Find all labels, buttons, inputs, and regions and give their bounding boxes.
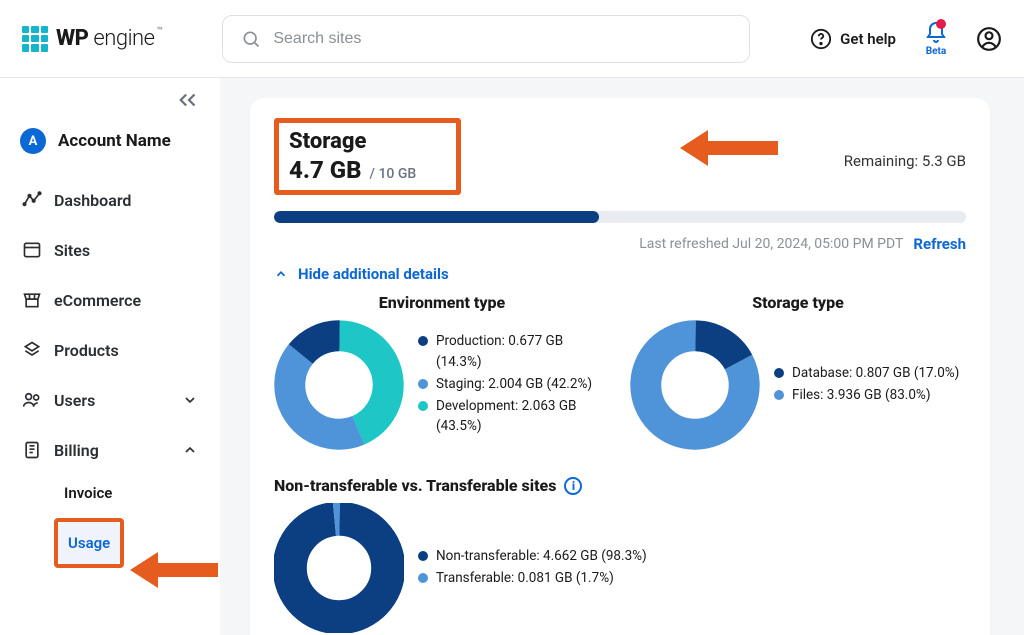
storage-progress [274,211,966,223]
account-name: Account Name [58,131,171,151]
content-area: Storage 4.7 GB / 10 GB Remaining: 5.3 GB… [220,78,1024,635]
chevron-down-icon [182,392,198,408]
transfer-section-title: Non-transferable vs. Transferable sites … [274,476,966,495]
donut-chart-icon [630,320,760,450]
sidebar-subitem-label: Invoice [64,484,112,502]
dashboard-icon [22,190,42,210]
logo-text: WP engine™ [56,26,162,51]
env-type-chart: Environment type Production: 0.677 GB (1… [274,293,610,450]
sidebar-item-dashboard[interactable]: Dashboard [10,176,210,224]
storage-limit: / 10 GB [370,166,417,182]
storage-highlight: Storage 4.7 GB / 10 GB [274,118,461,195]
sidebar-item-ecommerce[interactable]: eCommerce [10,276,210,324]
sidebar-item-users[interactable]: Users [10,376,210,424]
sidebar-item-label: Sites [54,241,90,260]
users-icon [22,390,42,410]
refresh-button[interactable]: Refresh [913,235,966,253]
legend-label: Database: 0.807 GB (17.0%) [792,363,959,383]
account-menu-button[interactable] [976,26,1002,52]
sidebar-item-label: Dashboard [54,191,131,210]
legend-label: Development: 2.063 GB (43.5%) [436,396,610,437]
storage-remaining: Remaining: 5.3 GB [844,152,966,170]
sidebar: A Account Name Dashboard Sites eCommerce… [0,78,220,635]
chart-title: Storage type [630,293,966,312]
billing-icon [22,440,42,460]
logo[interactable]: WP engine™ [22,26,162,52]
products-icon [22,340,42,360]
legend-item: Transferable: 0.081 GB (1.7%) [418,568,647,588]
get-help-button[interactable]: Get help [810,28,896,50]
legend-item: Files: 3.936 GB (83.0%) [774,385,959,405]
legend-item: Development: 2.063 GB (43.5%) [418,396,610,437]
toggle-details-label: Hide additional details [298,265,449,283]
section-title-label: Non-transferable vs. Transferable sites [274,476,556,495]
help-label: Get help [840,30,896,48]
sidebar-item-billing[interactable]: Billing [10,426,210,474]
topbar: WP engine™ Get help Beta [0,0,1024,78]
legend-label: Transferable: 0.081 GB (1.7%) [436,568,614,588]
notifications-button[interactable]: Beta [924,21,948,57]
storage-progress-fill [274,211,599,223]
donut-chart-icon [274,320,404,450]
sidebar-subitem-usage[interactable]: Usage [58,522,120,564]
info-icon[interactable]: i [564,477,582,495]
sidebar-item-label: eCommerce [54,291,141,310]
legend-item: Production: 0.677 GB (14.3%) [418,331,610,372]
legend-label: Non-transferable: 4.662 GB (98.3%) [436,546,647,566]
sidebar-subitem-invoice[interactable]: Invoice [54,472,210,514]
legend-item: Database: 0.807 GB (17.0%) [774,363,959,383]
search-box[interactable] [222,15,750,63]
storage-used: 4.7 GB [289,156,362,184]
sidebar-item-label: Products [54,341,119,360]
account-avatar-icon: A [20,128,46,154]
legend-label: Files: 3.936 GB (83.0%) [792,385,931,405]
sites-icon [22,240,42,260]
search-input[interactable] [273,30,731,48]
ecommerce-icon [22,290,42,310]
legend-label: Production: 0.677 GB (14.3%) [436,331,610,372]
last-refreshed: Last refreshed Jul 20, 2024, 05:00 PM PD… [639,236,903,252]
chevron-up-icon [182,442,198,458]
help-icon [810,28,832,50]
search-icon [241,29,261,49]
sidebar-subitem-label: Usage [68,534,110,552]
account-selector[interactable]: A Account Name [10,118,210,174]
donut-chart-icon [274,503,404,633]
chevron-up-icon [274,267,288,281]
legend-item: Staging: 2.004 GB (42.2%) [418,374,610,394]
sidebar-item-label: Users [54,391,95,410]
collapse-sidebar-button[interactable] [10,92,210,116]
legend-item: Non-transferable: 4.662 GB (98.3%) [418,546,647,566]
beta-label: Beta [926,46,947,57]
sidebar-item-sites[interactable]: Sites [10,226,210,274]
avatar-icon [976,26,1002,52]
notification-dot-icon [936,19,946,29]
chart-title: Environment type [274,293,610,312]
sidebar-item-label: Billing [54,441,99,460]
chevron-left-icon [178,92,200,108]
logo-mark-icon [22,26,48,52]
storage-card: Storage 4.7 GB / 10 GB Remaining: 5.3 GB… [250,98,990,635]
sidebar-item-products[interactable]: Products [10,326,210,374]
storage-type-chart: Storage type Database: 0.807 GB (17.0%) … [630,293,966,450]
storage-title: Storage [289,129,416,154]
toggle-details-button[interactable]: Hide additional details [274,265,966,283]
legend-label: Staging: 2.004 GB (42.2%) [436,374,592,394]
